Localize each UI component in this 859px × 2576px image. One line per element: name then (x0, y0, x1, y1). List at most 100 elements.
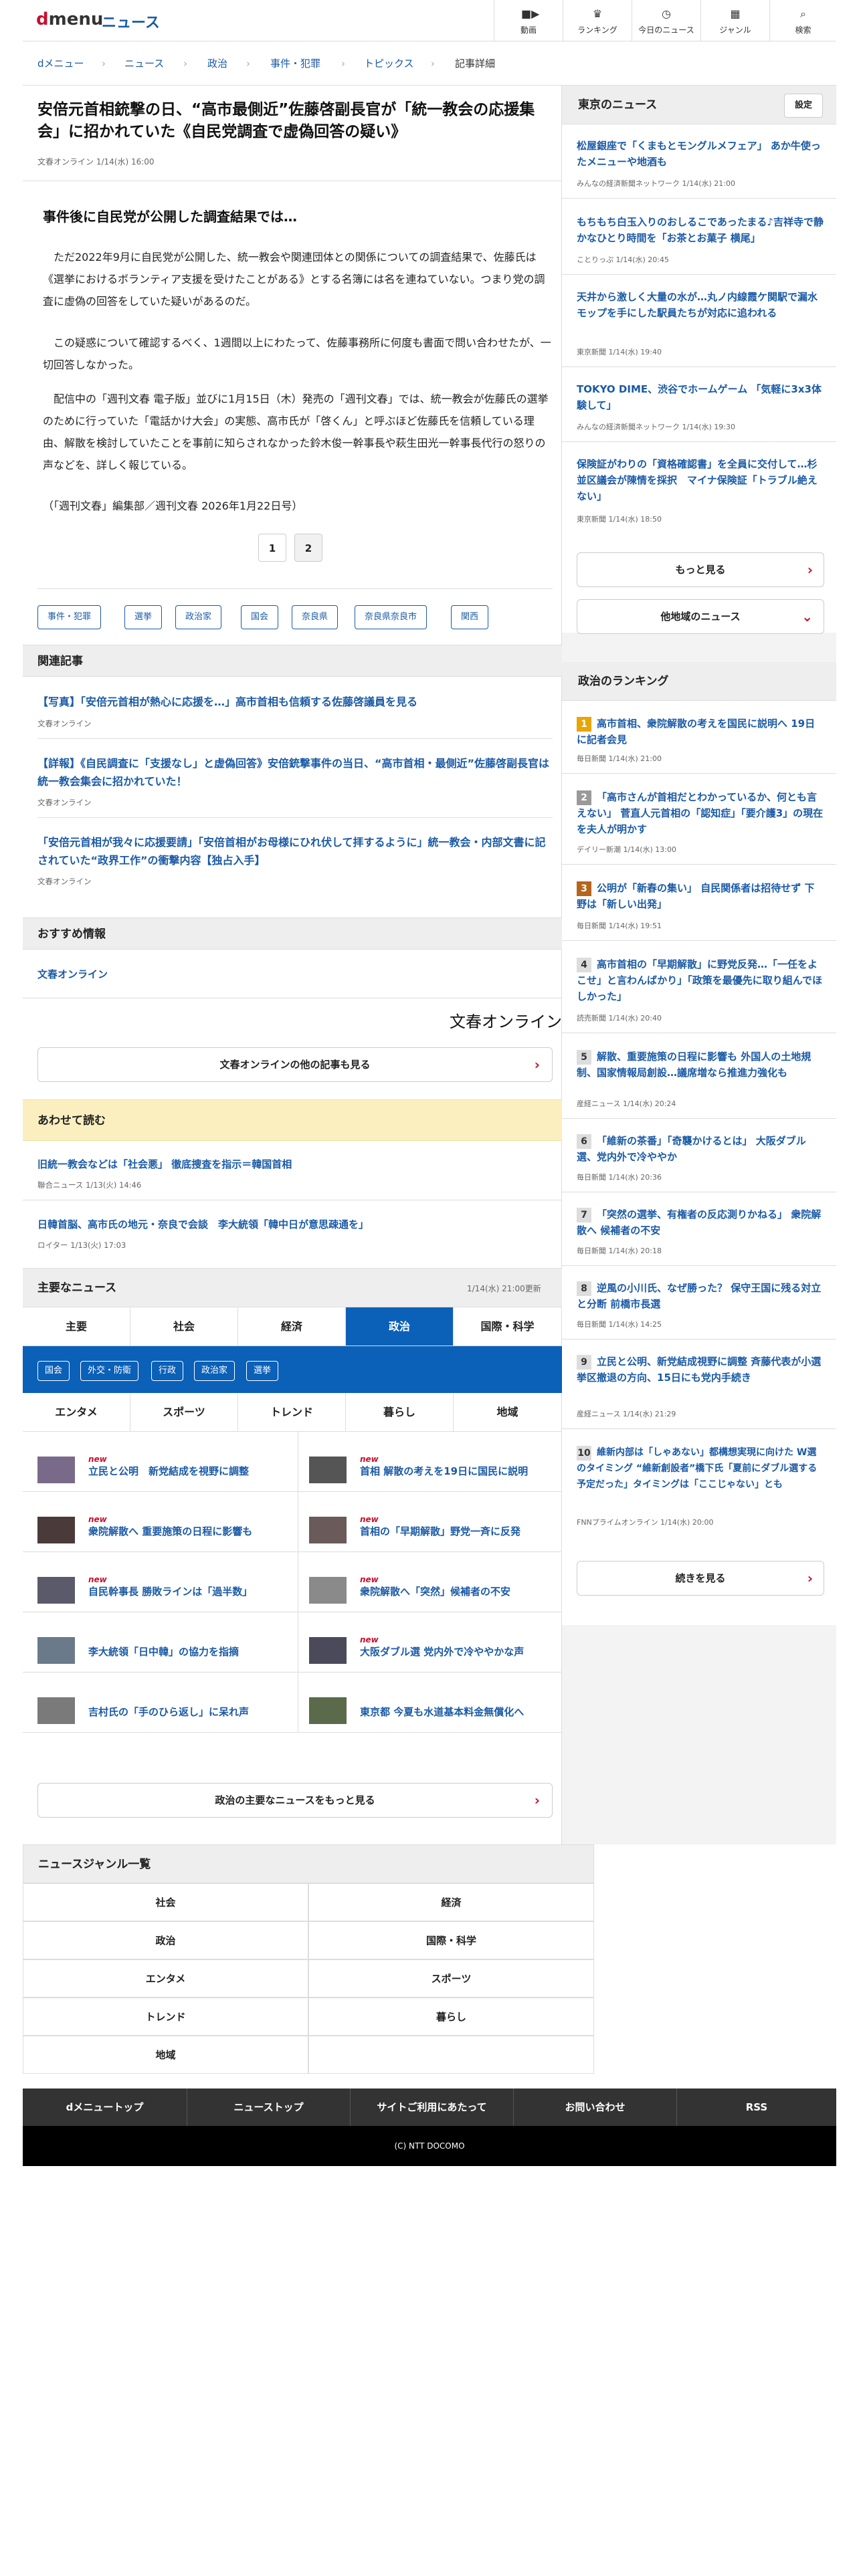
local-news-link[interactable]: もちもち白玉入りのおしるこであったまる♪吉祥寺で静かなひとり時間を「お茶とお菓子… (577, 214, 824, 246)
ranking-link[interactable]: 「高市さんが首相だとわかっているか、何とも言えない」 菅直人元首相の「認知症」「… (577, 789, 824, 837)
tag-nara-city[interactable]: 奈良県奈良市 (355, 605, 427, 629)
subtab-politician[interactable]: 政治家 (194, 1361, 235, 1381)
page-1-button[interactable]: 1 (258, 534, 286, 562)
breadcrumb-dmenu[interactable]: dメニュー (37, 41, 84, 86)
footer-terms[interactable]: サイトご利用にあたって (351, 2088, 514, 2126)
major-news-item[interactable]: new 衆院解散へ「突然」候補者の不安 (309, 1573, 557, 1613)
ranking-link[interactable]: 「維新の茶番」「奇襲かけるとは」 大阪ダブル選、党内外で冷ややか (577, 1133, 824, 1165)
nav-genre[interactable]: ▦ ジャンル (700, 0, 769, 41)
breadcrumb-news[interactable]: ニュース (124, 41, 164, 86)
ranking-link[interactable]: 立民と公明、新党結成視野に調整 斉藤代表が小選挙区撤退の方向、15日にも党内手続… (577, 1354, 824, 1386)
ranking-link[interactable]: 維新内部は「しゃあない」都構想実現に向けた W選のタイミング “維新創設者”橋下… (577, 1444, 824, 1493)
genre-region[interactable]: 地域 (23, 2036, 308, 2074)
genre-life[interactable]: 暮らし (308, 1998, 594, 2036)
tab-main[interactable]: 主要 (23, 1307, 130, 1346)
tab-region[interactable]: 地域 (454, 1393, 562, 1432)
major-news-item[interactable]: new 大阪ダブル選 党内外で冷ややかな声 (309, 1633, 557, 1673)
local-more-button[interactable]: もっと見る › (577, 552, 824, 587)
nav-today[interactable]: ◷ 今日のニュース (632, 0, 700, 41)
ranking-heading: 政治のランキング (562, 662, 836, 701)
local-news-link[interactable]: 天井から激しく大量の水が…丸ノ内線霞ケ関駅で漏水 モップを手にした駅員たちが対応… (577, 289, 828, 321)
new-badge: new (360, 1455, 379, 1464)
nav-video[interactable]: ■▶ 動画 (494, 0, 563, 41)
ranking-link[interactable]: 公明が「新春の集い」 自民関係者は招待せず 下野は「新しい出発」 (577, 880, 824, 912)
politics-more-button[interactable]: 政治の主要なニュースをもっと見る › (37, 1783, 553, 1818)
bunshun-more-button[interactable]: 文春オンラインの他の記事も見る › (37, 1047, 553, 1082)
button-label: 政治の主要なニュースをもっと見る (215, 1794, 375, 1806)
tag-politician[interactable]: 政治家 (175, 605, 222, 629)
tab-trend[interactable]: トレンド (238, 1393, 346, 1432)
tab-politics[interactable]: 政治 (346, 1307, 454, 1346)
page-2-button[interactable]: 2 (294, 534, 322, 562)
tab-economy[interactable]: 経済 (238, 1307, 346, 1346)
tab-sports[interactable]: スポーツ (130, 1393, 238, 1432)
nav-search[interactable]: ⌕ 検索 (769, 0, 836, 41)
tag-kansai[interactable]: 関西 (451, 605, 489, 629)
related-link[interactable]: 「安倍元首相が我々に応援要請」「安倍首相がお母様にひれ伏して拝するように」統一教… (37, 833, 553, 869)
major-news-item[interactable]: new 衆院解散へ 重要施策の日程に影響も (37, 1513, 292, 1553)
subtab-diet[interactable]: 国会 (37, 1361, 70, 1381)
nav-label: ランキング (577, 25, 617, 35)
major-news-item[interactable]: 李大統領「日中韓」の協力を指摘 (37, 1633, 292, 1673)
subtab-diplomacy[interactable]: 外交・防衛 (80, 1361, 139, 1381)
local-news-link[interactable]: 保険証がわりの「資格確認書」を全員に交付して…杉並区議会が陳情を採択 マイナ保険… (577, 456, 824, 504)
footer-rss[interactable]: RSS (677, 2088, 836, 2126)
also-read-link[interactable]: 旧統一教会などは「社会悪」 徹底捜査を指示＝韓国首相 (37, 1156, 553, 1174)
dmenu-logo[interactable]: dmenu (36, 9, 103, 29)
genre-trend[interactable]: トレンド (23, 1998, 308, 2036)
subtab-admin[interactable]: 行政 (151, 1361, 184, 1381)
major-news-item[interactable]: new 首相 解散の考えを19日に国民に説明 (309, 1453, 557, 1493)
tag-diet[interactable]: 国会 (241, 605, 279, 629)
news-logo[interactable]: ニュース (102, 11, 160, 32)
subtab-election[interactable]: 選挙 (246, 1361, 279, 1381)
major-news-item[interactable]: 東京都 今夏も水道基本料金無償化へ (309, 1693, 557, 1733)
major-news-item[interactable]: new 立民と公明 新党結成を視野に調整 (37, 1453, 292, 1493)
local-news-link[interactable]: TOKYO DIME、渋谷でホームゲーム 「気軽に3x3体験して」 (577, 381, 824, 413)
major-news-item[interactable]: 吉村氏の「手のひら返し」に呆れ声 (37, 1693, 292, 1733)
major-news-item[interactable]: new 首相の「早期解散」野党一斉に反発 (309, 1513, 557, 1553)
chevron-right-icon: › (534, 1057, 540, 1073)
ranking-link[interactable]: 解散、重要施策の日程に影響も 外国人の土地規制、国家情報局創設…議席増なら推進力… (577, 1049, 824, 1081)
nav-ranking[interactable]: ♛ ランキング (563, 0, 632, 41)
footer-contact[interactable]: お問い合わせ (514, 2088, 677, 2126)
genre-economy[interactable]: 経済 (308, 1883, 594, 1921)
tab-society[interactable]: 社会 (130, 1307, 238, 1346)
tag-election[interactable]: 選挙 (124, 605, 163, 629)
button-label: もっと見る (675, 564, 726, 576)
breadcrumb-politics[interactable]: 政治 (207, 41, 227, 86)
search-icon: ⌕ (800, 7, 806, 20)
footer-dmenu-top[interactable]: dメニュートップ (23, 2088, 187, 2126)
genre-politics[interactable]: 政治 (23, 1921, 308, 1959)
ranking-link[interactable]: 「突然の選挙、有権者の反応測りかねる」 衆院解散へ 候補者の不安 (577, 1206, 824, 1239)
article-paragraph: この疑惑について確認するべく、1週間以上にわたって、佐藤事務所に何度も書面で問い… (43, 336, 551, 371)
settings-button[interactable]: 設定 (784, 94, 823, 118)
breadcrumb-crime[interactable]: 事件・犯罪 (270, 41, 320, 86)
ranking-link[interactable]: 高市首相の「早期解散」に野党反発…「一任をよこせ」と言わんばかり」「政策を最優先… (577, 956, 824, 1004)
ranking-link[interactable]: 高市首相、衆院解散の考えを国民に説明へ 19日に記者会見 (577, 716, 824, 748)
footer-news-top[interactable]: ニューストップ (187, 2088, 351, 2126)
tab-life[interactable]: 暮らし (346, 1393, 454, 1432)
breadcrumb-current: 記事詳細 (455, 58, 496, 70)
tab-international[interactable]: 国際・科学 (454, 1307, 562, 1346)
genre-entertainment[interactable]: エンタメ (23, 1959, 308, 1998)
other-region-button[interactable]: 他地域のニュース ⌄ (577, 599, 824, 634)
local-news-link[interactable]: 松屋銀座で「くまもとモングルメフェア」 あか牛使ったメニューや地酒も (577, 138, 824, 170)
breadcrumb-topics[interactable]: トピックス (364, 41, 414, 86)
related-link[interactable]: 【詳報】《自民調査に「支援なし」と虚偽回答》安倍銃撃事件の当日、“高市首相・最側… (37, 754, 553, 790)
major-news-item[interactable]: new 自民幹事長 勝敗ラインは「過半数」 (37, 1573, 292, 1613)
recommend-link[interactable]: 文春オンライン (37, 966, 553, 984)
also-read-link[interactable]: 日韓首脳、高市氏の地元・奈良で会談 李大統領「韓中日が意思疎通を」 (37, 1216, 553, 1234)
news-thumbnail (37, 1517, 75, 1543)
ranking-more-button[interactable]: 続きを見る › (577, 1561, 824, 1596)
genre-society[interactable]: 社会 (23, 1883, 308, 1921)
ranking-link[interactable]: 逆風の小川氏、なぜ勝った？ 保守王国に残る対立と分断 前橋市長選 (577, 1280, 824, 1312)
tag-nara[interactable]: 奈良県 (292, 605, 339, 629)
news-title: 大阪ダブル選 党内外で冷ややかな声 (360, 1646, 524, 1658)
bunshun-logo: 文春オンライン (450, 1012, 562, 1031)
related-link[interactable]: 【写真】「安倍元首相が熱心に応援を…」高市首相も信頼する佐藤啓議員を見る (37, 693, 553, 711)
genre-sports[interactable]: スポーツ (308, 1959, 594, 1998)
genre-international[interactable]: 国際・科学 (308, 1921, 594, 1959)
chevron-down-icon: ⌄ (801, 609, 813, 625)
tag-crime[interactable]: 事件・犯罪 (37, 605, 102, 629)
tab-entertainment[interactable]: エンタメ (23, 1393, 130, 1432)
